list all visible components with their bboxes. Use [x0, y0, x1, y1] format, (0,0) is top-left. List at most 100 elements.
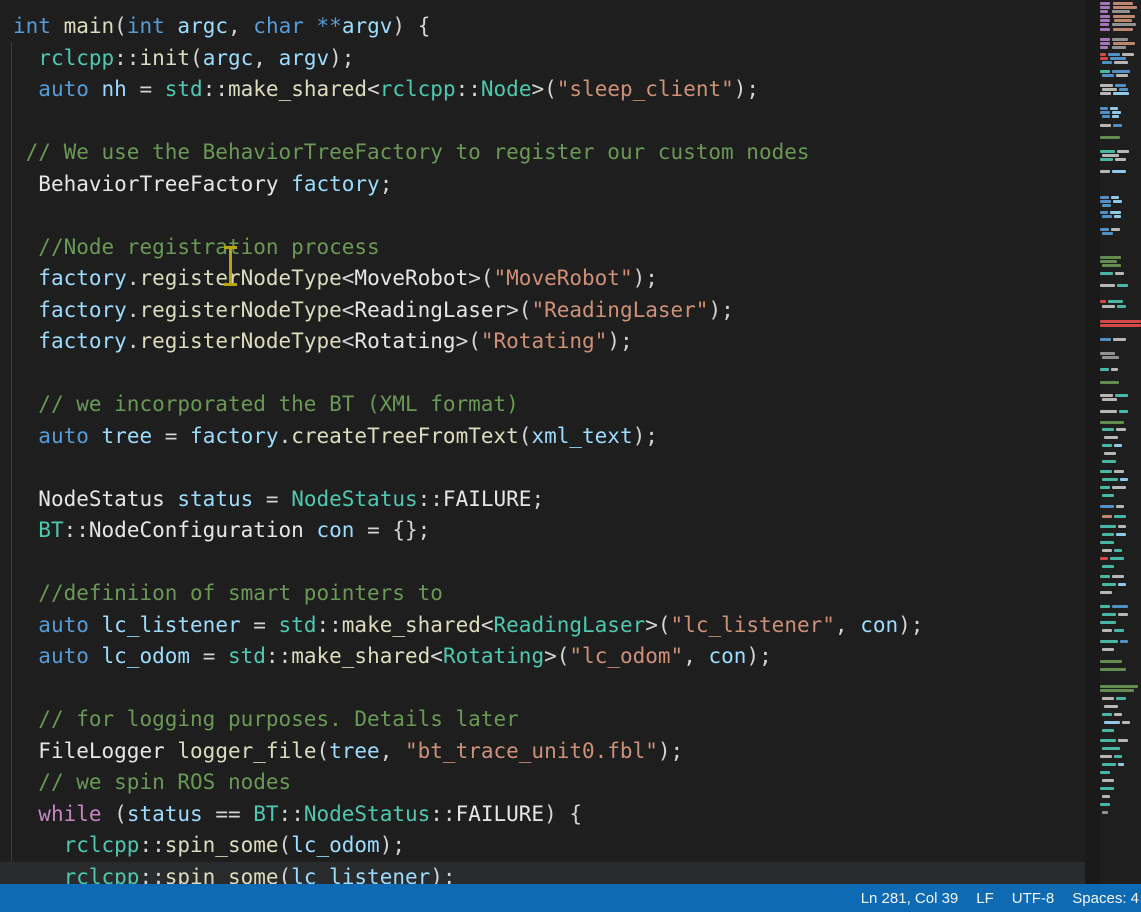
minimap-code-mark: [1117, 150, 1129, 153]
minimap-code-mark: [1111, 228, 1120, 231]
minimap-code-mark: [1102, 583, 1116, 586]
code-line[interactable]: factory.registerNodeType<ReadingLaser>("…: [0, 295, 1085, 327]
minimap-code-mark: [1100, 70, 1110, 73]
code-line[interactable]: rclcpp::spin_some(lc_listener);: [0, 862, 1085, 885]
minimap-code-mark: [1102, 629, 1112, 632]
code-line[interactable]: //definiion of smart pointers to: [0, 578, 1085, 610]
minimap-code-mark: [1102, 729, 1114, 732]
minimap-code-mark: [1100, 10, 1108, 13]
minimap-code-mark: [1102, 460, 1116, 463]
code-line[interactable]: auto nh = std::make_shared<rclcpp::Node>…: [0, 74, 1085, 106]
code-line[interactable]: int main(int argc, char **argv) {: [0, 11, 1085, 43]
code-line[interactable]: [0, 673, 1085, 705]
minimap-code-mark: [1113, 92, 1129, 95]
minimap-code-mark: [1102, 613, 1116, 616]
minimap-code-mark: [1102, 264, 1121, 267]
code-line[interactable]: auto lc_odom = std::make_shared<Rotating…: [0, 641, 1085, 673]
minimap-code-mark: [1114, 549, 1122, 552]
minimap-code-mark: [1102, 713, 1112, 716]
minimap-code-mark: [1112, 605, 1128, 608]
minimap-code-mark: [1102, 232, 1113, 235]
code-line[interactable]: [0, 547, 1085, 579]
minimap-code-mark: [1100, 15, 1110, 18]
minimap-code-mark: [1119, 88, 1128, 91]
code-line[interactable]: // we spin ROS nodes: [0, 767, 1085, 799]
minimap-code-mark: [1102, 549, 1112, 552]
minimap-code-mark: [1114, 470, 1124, 473]
minimap-code-mark: [1102, 444, 1112, 447]
status-item-encoding[interactable]: UTF-8: [1003, 884, 1064, 912]
minimap-code-mark: [1113, 15, 1135, 18]
code-line[interactable]: factory.registerNodeType<Rotating>("Rota…: [0, 326, 1085, 358]
code-line[interactable]: while (status == BT::NodeStatus::FAILURE…: [0, 799, 1085, 831]
code-line[interactable]: [0, 452, 1085, 484]
minimap-code-mark: [1100, 803, 1110, 806]
minimap-code-mark: [1112, 38, 1128, 41]
minimap-code-mark: [1100, 46, 1108, 49]
minimap-code-mark: [1100, 591, 1112, 594]
minimap-code-mark: [1115, 84, 1126, 87]
code-line[interactable]: // we incorporated the BT (XML format): [0, 389, 1085, 421]
minimap-code-mark: [1120, 640, 1128, 643]
minimap-code-mark: [1102, 811, 1108, 814]
code-line[interactable]: rclcpp::spin_some(lc_odom);: [0, 830, 1085, 862]
code-line[interactable]: [0, 106, 1085, 138]
minimap-code-mark: [1117, 305, 1126, 308]
minimap-code-mark: [1100, 689, 1134, 692]
minimap-code-mark: [1102, 648, 1114, 651]
minimap-code-mark: [1112, 23, 1136, 26]
code-line[interactable]: NodeStatus status = NodeStatus::FAILURE;: [0, 484, 1085, 516]
minimap-code-mark: [1100, 755, 1112, 758]
minimap-code-mark: [1100, 23, 1109, 26]
code-line[interactable]: FileLogger logger_file(tree, "bt_trace_u…: [0, 736, 1085, 768]
minimap-code-mark: [1108, 300, 1123, 303]
status-item-eol[interactable]: LF: [967, 884, 1003, 912]
minimap-code-mark: [1112, 575, 1124, 578]
minimap-code-mark: [1112, 170, 1126, 173]
minimap-code-mark: [1100, 28, 1110, 31]
minimap-code-mark: [1113, 200, 1122, 203]
minimap-code-mark: [1114, 444, 1122, 447]
code-line[interactable]: auto lc_listener = std::make_shared<Read…: [0, 610, 1085, 642]
code-line[interactable]: [0, 200, 1085, 232]
minimap-code-mark: [1102, 74, 1114, 77]
minimap-code-mark: [1108, 53, 1120, 56]
minimap-code-mark: [1115, 158, 1126, 161]
minimap-code-mark: [1100, 19, 1110, 22]
code-line[interactable]: [0, 358, 1085, 390]
code-line[interactable]: //Node registration process: [0, 232, 1085, 264]
minimap-code-mark: [1100, 53, 1106, 56]
code-line[interactable]: factory.registerNodeType<MoveRobot>("Mov…: [0, 263, 1085, 295]
minimap-code-mark: [1116, 74, 1128, 77]
code-editor-pane[interactable]: int main(int argc, char **argv) { rclcpp…: [0, 0, 1085, 884]
editor-window: int main(int argc, char **argv) { rclcpp…: [0, 0, 1141, 912]
minimap-code-mark: [1100, 256, 1121, 259]
code-line[interactable]: // We use the BehaviorTreeFactory to reg…: [0, 137, 1085, 169]
minimap-code-mark: [1100, 320, 1141, 323]
minimap-code-mark: [1102, 356, 1119, 359]
code-line[interactable]: rclcpp::init(argc, argv);: [0, 43, 1085, 75]
status-item-indentation[interactable]: Spaces: 4: [1063, 884, 1141, 912]
code-line[interactable]: BT::NodeConfiguration con = {};: [0, 515, 1085, 547]
minimap-code-mark: [1100, 92, 1111, 95]
code-line[interactable]: auto tree = factory.createTreeFromText(x…: [0, 421, 1085, 453]
minimap-code-mark: [1112, 46, 1126, 49]
minimap-code-mark: [1122, 721, 1130, 724]
minimap-code-mark: [1100, 421, 1124, 424]
minimap-code-mark: [1100, 158, 1113, 161]
minimap-code-mark: [1110, 557, 1124, 560]
code-line[interactable]: // for logging purposes. Details later: [0, 704, 1085, 736]
minimap[interactable]: [1099, 0, 1141, 884]
minimap-code-mark: [1100, 541, 1114, 544]
minimap-code-mark: [1122, 53, 1134, 56]
minimap-code-mark: [1114, 755, 1122, 758]
status-item-line-col[interactable]: Ln 281, Col 39: [852, 884, 968, 912]
minimap-code-mark: [1100, 42, 1110, 45]
minimap-code-mark: [1118, 583, 1126, 586]
minimap-code-mark: [1100, 575, 1110, 578]
minimap-code-mark: [1113, 124, 1122, 127]
code-line[interactable]: BehaviorTreeFactory factory;: [0, 169, 1085, 201]
minimap-code-mark: [1114, 713, 1122, 716]
minimap-code-mark: [1100, 57, 1108, 60]
minimap-code-mark: [1104, 705, 1118, 708]
